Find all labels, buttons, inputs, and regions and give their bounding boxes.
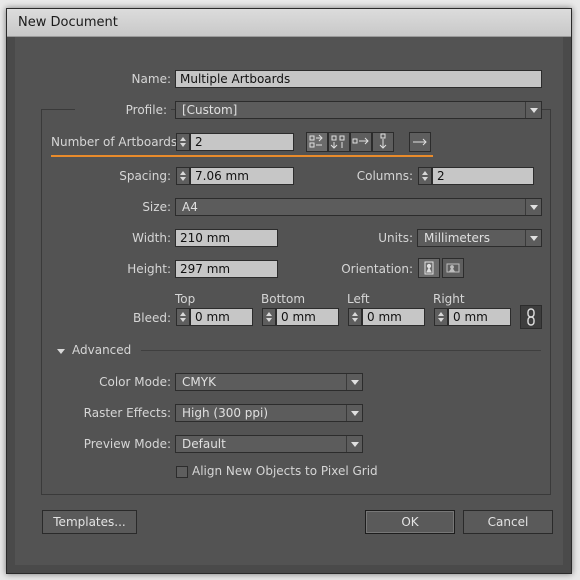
bleed-left-label: Left: [347, 292, 370, 306]
width-label: Width:: [132, 231, 171, 245]
artboards-label: Number of Artboards:: [51, 135, 182, 149]
chevron-down-icon: [525, 199, 541, 215]
bleed-right-label: Right: [433, 292, 465, 306]
link-icon[interactable]: [520, 305, 542, 329]
spacing-label: Spacing:: [119, 169, 171, 183]
bleed-top-label: Top: [175, 292, 196, 306]
artboards-stepper[interactable]: [176, 133, 190, 151]
right-to-left-icon[interactable]: [409, 132, 431, 152]
grid-by-row-icon[interactable]: [306, 132, 328, 152]
raster-effects-dropdown[interactable]: High (300 ppi): [175, 404, 363, 422]
name-label: Name:: [131, 72, 171, 86]
spacing-stepper[interactable]: [176, 167, 190, 185]
arrange-by-row-icon[interactable]: [350, 132, 372, 152]
units-value: Millimeters: [424, 231, 491, 245]
advanced-divider: [141, 350, 541, 351]
columns-input[interactable]: 2: [432, 167, 534, 185]
size-value: A4: [182, 200, 198, 214]
arrange-by-column-icon[interactable]: [372, 132, 394, 152]
new-document-window: New Document Name: Multiple Artboards Pr…: [6, 8, 572, 574]
templates-button[interactable]: Templates...: [42, 510, 137, 534]
height-label: Height:: [127, 262, 171, 276]
color-mode-value: CMYK: [182, 375, 216, 389]
landscape-icon[interactable]: [442, 258, 464, 278]
chevron-down-icon: [525, 230, 541, 246]
preview-mode-value: Default: [182, 437, 226, 451]
profile-label: Profile:: [75, 103, 171, 117]
window-title: New Document: [18, 15, 118, 30]
align-pixel-grid-checkbox[interactable]: [176, 466, 188, 478]
bleed-right-input[interactable]: 0 mm: [448, 308, 511, 326]
raster-effects-label: Raster Effects:: [83, 406, 171, 420]
raster-effects-value: High (300 ppi): [182, 406, 269, 420]
spacing-input[interactable]: 7.06 mm: [190, 167, 294, 185]
bleed-left-input[interactable]: 0 mm: [362, 308, 425, 326]
chevron-down-icon: [346, 374, 362, 390]
bleed-bottom-input[interactable]: 0 mm: [276, 308, 339, 326]
columns-label: Columns:: [356, 169, 413, 183]
profile-dropdown[interactable]: [Custom]: [175, 101, 542, 119]
focus-underline: [51, 155, 433, 157]
bleed-label: Bleed:: [133, 311, 171, 325]
advanced-toggle-icon[interactable]: [55, 345, 69, 355]
preview-mode-label: Preview Mode:: [83, 437, 171, 451]
width-input[interactable]: 210 mm: [175, 229, 278, 247]
cancel-button[interactable]: Cancel: [463, 510, 553, 534]
bleed-top-input[interactable]: 0 mm: [190, 308, 253, 326]
bleed-left-stepper[interactable]: [348, 308, 362, 326]
units-dropdown[interactable]: Millimeters: [417, 229, 542, 247]
chevron-down-icon: [346, 436, 362, 452]
chevron-down-icon: [346, 405, 362, 421]
height-input[interactable]: 297 mm: [175, 260, 278, 278]
advanced-label[interactable]: Advanced: [72, 343, 131, 357]
bleed-right-stepper[interactable]: [434, 308, 448, 326]
ok-button[interactable]: OK: [365, 510, 455, 534]
chevron-down-icon: [525, 102, 541, 118]
grid-by-column-icon[interactable]: [328, 132, 350, 152]
bleed-bottom-stepper[interactable]: [262, 308, 276, 326]
dialog-body: Name: Multiple Artboards Profile: [Custo…: [15, 37, 563, 565]
artboards-input[interactable]: 2: [190, 133, 294, 151]
bleed-bottom-label: Bottom: [261, 292, 306, 306]
title-bar[interactable]: New Document: [7, 9, 571, 37]
orientation-label: Orientation:: [341, 262, 413, 276]
size-label: Size:: [142, 200, 171, 214]
units-label: Units:: [378, 231, 413, 245]
bleed-top-stepper[interactable]: [176, 308, 190, 326]
color-mode-label: Color Mode:: [99, 375, 171, 389]
portrait-icon[interactable]: [418, 258, 440, 278]
preview-mode-dropdown[interactable]: Default: [175, 435, 363, 453]
color-mode-dropdown[interactable]: CMYK: [175, 373, 363, 391]
columns-stepper[interactable]: [418, 167, 432, 185]
size-dropdown[interactable]: A4: [175, 198, 542, 216]
name-input[interactable]: Multiple Artboards: [175, 70, 542, 88]
align-pixel-grid-label: Align New Objects to Pixel Grid: [192, 464, 378, 478]
profile-value: [Custom]: [182, 103, 238, 117]
